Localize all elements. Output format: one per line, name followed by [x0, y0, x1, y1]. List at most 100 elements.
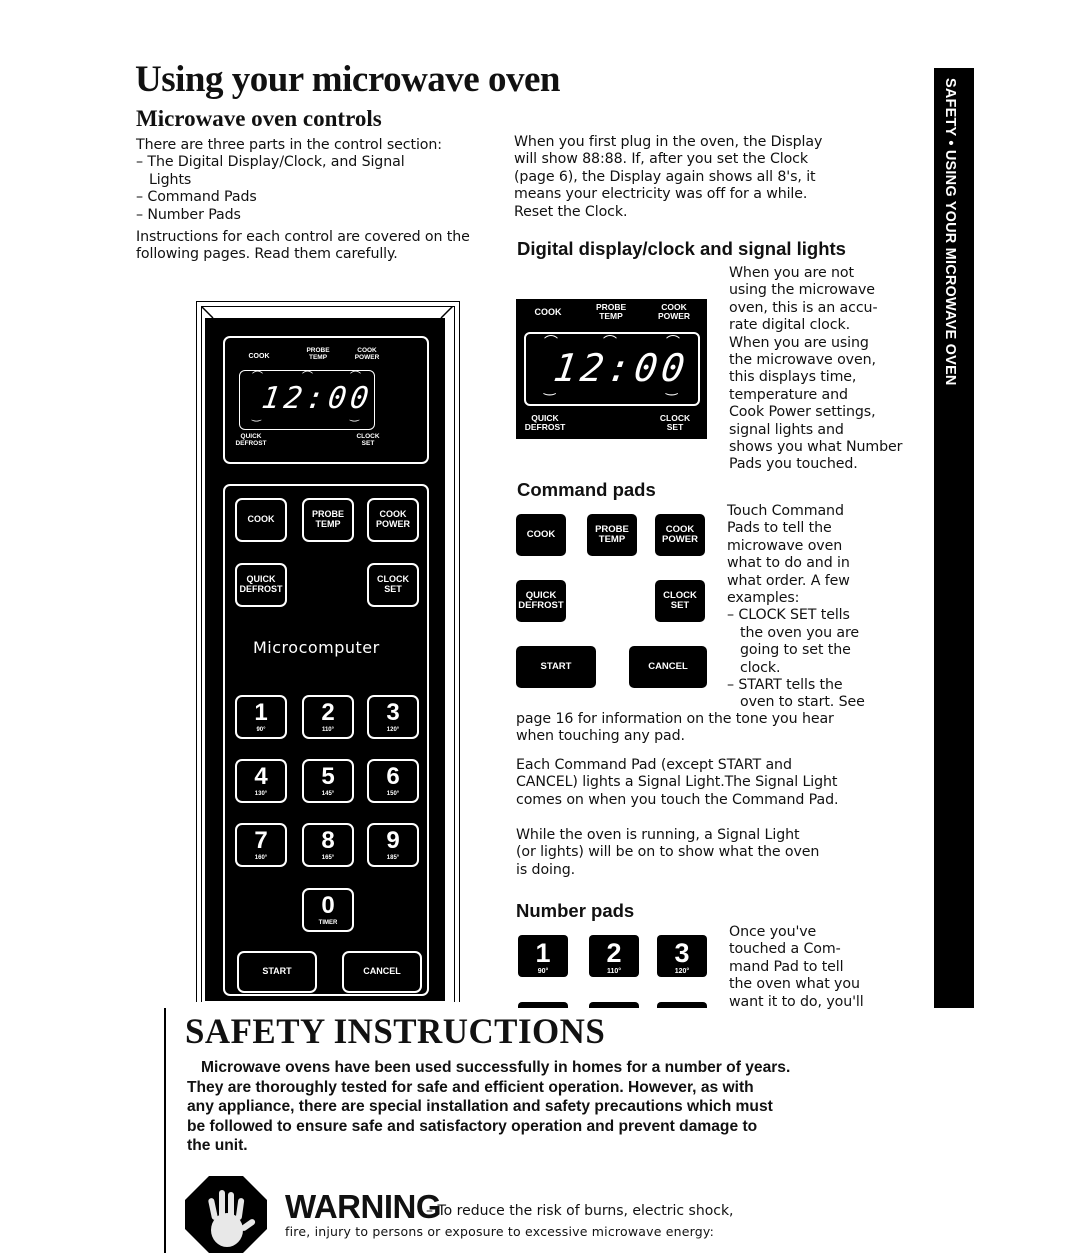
pad-temp: 130°: [254, 791, 268, 797]
panel-number-pad-5[interactable]: 5 145°: [302, 759, 354, 803]
panel-pad-quick-defrost[interactable]: QUICK DEFROST: [235, 563, 287, 607]
pad-temp: 110°: [321, 727, 335, 733]
text-line: Pads to tell the: [727, 520, 832, 537]
signal-label-cook: COOK: [248, 353, 270, 360]
section-title-controls: Microwave oven controls: [136, 106, 382, 131]
signal-label-clock-set: CLOCK SET: [659, 413, 691, 432]
panel-pad-probe-temp[interactable]: PROBE TEMP: [302, 498, 354, 542]
number-pad-partial: [589, 1002, 639, 1008]
signal-label-probe-temp: PROBE TEMP: [596, 302, 627, 321]
text-line: comes on when you touch the Command Pad.: [516, 791, 839, 808]
running-text: While the oven is running, a Signal Ligh…: [516, 827, 896, 879]
panel-pad-start[interactable]: START: [237, 951, 317, 993]
digital-display-text: When you are not using the microwave ove…: [729, 265, 929, 474]
text-line: temperature and: [729, 386, 848, 403]
signal-label-probe-temp: PROBE TEMP: [306, 347, 330, 361]
text-line: page 16 for information on the tone you …: [516, 711, 834, 727]
command-pad-start: START: [516, 646, 596, 688]
signal-label-cook-power: COOK POWER: [354, 347, 380, 361]
text-line: any appliance, there are special install…: [187, 1098, 773, 1115]
intro-list: There are three parts in the control sec…: [136, 137, 506, 224]
text-line: When you are not: [729, 265, 854, 281]
command-pad-probe-temp: PROBE TEMP: [587, 514, 637, 556]
pad-temp: 120°: [386, 727, 400, 733]
text-line: following pages. Read them carefully.: [136, 246, 398, 263]
digital-display-heading: Digital display/clock and signal lights: [517, 238, 846, 259]
pad-number: 3: [386, 699, 400, 726]
text-line: mand Pad to tell: [729, 958, 844, 975]
panel-number-pad-6[interactable]: 6 150°: [367, 759, 419, 803]
text-line: be followed to ensure safe and satisfact…: [187, 1117, 758, 1135]
side-banner: SAFETY • USING YOUR MICROWAVE OVEN: [934, 68, 974, 1008]
text-line: Instructions for each control are covere…: [136, 229, 470, 245]
text-line: the microwave oven,: [729, 352, 876, 369]
text-line: CANCEL) lights a Signal Light.The Signal…: [516, 774, 838, 791]
panel-number-pad-0[interactable]: 0 TIMER: [302, 888, 354, 932]
warning-title: WARNING: [285, 1188, 442, 1225]
intro-item: – Command Pads: [136, 189, 257, 206]
number-pad-2: 2 110°: [589, 935, 639, 977]
panel-number-pad-7[interactable]: 7 160°: [235, 823, 287, 867]
text-line: – CLOCK SET tells: [727, 607, 850, 624]
pad-temp: 165°: [321, 855, 335, 861]
text-line: Pads you touched.: [729, 456, 858, 473]
signal-label-cook: COOK: [534, 307, 562, 317]
text-line: when touching any pad.: [516, 728, 685, 745]
text-line: means your electricity was off for a whi…: [514, 186, 808, 203]
text-line: rate digital clock.: [729, 317, 850, 334]
text-line: Each Command Pad (except START and: [516, 757, 792, 773]
command-pad-clock-set: CLOCK SET: [655, 580, 705, 622]
signal-label-cook-power: COOK POWER: [657, 302, 691, 321]
panel-number-pad-2[interactable]: 2 110°: [302, 695, 354, 739]
number-pad-3: 3 120°: [657, 935, 707, 977]
pad-number: 7: [254, 827, 268, 854]
panel-pad-cook[interactable]: COOK: [235, 498, 287, 542]
microcomputer-label: Microcomputer: [253, 638, 380, 657]
panel-pad-clock-set[interactable]: CLOCK SET: [367, 563, 419, 607]
pad-number: 1: [535, 938, 551, 968]
section-rule: [164, 1008, 166, 1253]
safety-paragraph: Microwave ovens have been used successfu…: [187, 1058, 907, 1156]
signal-label-quick-defrost: QUICK DEFROST: [524, 413, 566, 432]
intro-item: Lights: [149, 171, 192, 188]
panel-number-pad-1[interactable]: 1 90°: [235, 695, 287, 739]
warning-text: – To reduce the risk of burns, electric …: [426, 1203, 734, 1219]
number-pads-heading: Number pads: [516, 900, 635, 921]
clock-readout: 12:00: [259, 381, 375, 416]
text-line: is doing.: [516, 861, 576, 878]
safety-title: SAFETY INSTRUCTIONS: [185, 1011, 606, 1051]
text-line: microwave oven: [727, 537, 843, 554]
pad-temp: 90°: [256, 727, 266, 733]
pad-number: 3: [674, 938, 690, 968]
text-line: will show 88:88. If, after you set the C…: [514, 151, 809, 168]
command-pads-tail: page 16 for information on the tone you …: [516, 711, 886, 746]
command-pad-cook-power: COOK POWER: [655, 514, 705, 556]
number-pad-partial: [518, 1002, 568, 1008]
pad-temp: TIMER: [318, 920, 338, 926]
side-banner-text: SAFETY • USING YOUR MICROWAVE OVEN: [942, 78, 958, 386]
text-line: touched a Com-: [729, 941, 841, 958]
panel-pad-cancel[interactable]: CANCEL: [342, 951, 422, 993]
text-line: the oven what you: [729, 976, 860, 993]
pad-number: 9: [386, 827, 400, 854]
text-line: what order. A few: [727, 572, 850, 589]
text-line: examples:: [727, 590, 800, 607]
panel-number-pad-9[interactable]: 9 185°: [367, 823, 419, 867]
text-line: (page 6), the Display again shows all 8'…: [514, 168, 816, 185]
warning-hand-icon: [185, 1176, 267, 1253]
pad-number: 5: [321, 763, 335, 790]
warning-text: fire, injury to persons or exposure to e…: [285, 1224, 715, 1239]
display-window: ⌒ ⌒ ⌒ ‿ ‿ 12:00: [524, 332, 700, 406]
pad-temp: 110°: [606, 968, 622, 975]
panel-pad-cook-power[interactable]: COOK POWER: [367, 498, 419, 542]
number-pad-partial: [657, 1002, 707, 1008]
text-line: this displays time,: [729, 369, 857, 386]
command-pad-cancel: CANCEL: [629, 646, 707, 688]
clock-readout: 12:00: [550, 346, 692, 390]
panel-number-pad-8[interactable]: 8 165°: [302, 823, 354, 867]
control-panel: COOK PROBE TEMP COOK POWER ⌒ ⌒ ⌒ ‿ ‿ 12:…: [205, 318, 445, 1001]
display-illustration: COOK PROBE TEMP COOK POWER ⌒ ⌒ ⌒ ‿ ‿ 12:…: [516, 299, 707, 439]
panel-number-pad-4[interactable]: 4 130°: [235, 759, 287, 803]
intro-lead: There are three parts in the control sec…: [136, 137, 442, 153]
panel-number-pad-3[interactable]: 3 120°: [367, 695, 419, 739]
